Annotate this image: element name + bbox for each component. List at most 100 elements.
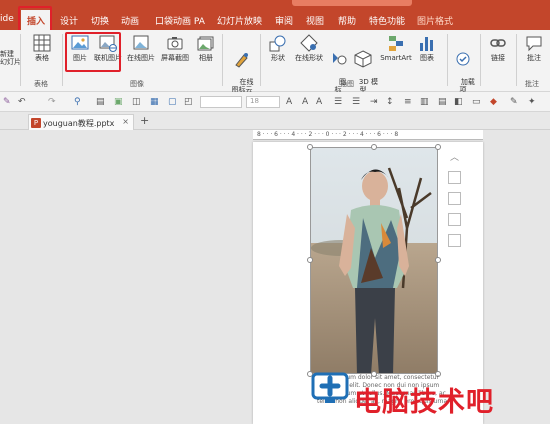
- font-color-icon[interactable]: A: [286, 97, 292, 107]
- resize-handle[interactable]: [435, 257, 441, 263]
- monitor-icon: [311, 372, 349, 403]
- smartart-icon: [389, 36, 403, 51]
- tab-picture-format[interactable]: 图片格式: [417, 14, 453, 27]
- tab-slideshow[interactable]: 幻灯片放映: [217, 14, 262, 27]
- ruler-marks: 8 · · · 6 · · · 4 · · · 2 · · · 0 · · · …: [257, 131, 399, 138]
- align-icon[interactable]: ▤: [96, 97, 105, 107]
- tab-animations[interactable]: 动画: [121, 14, 139, 27]
- tab-features[interactable]: 特色功能: [369, 14, 405, 27]
- columns-icon[interactable]: ▥: [420, 97, 429, 107]
- collapse-icon[interactable]: ︿: [448, 150, 461, 163]
- document-tab-name: youguan教程.pptx: [43, 119, 115, 128]
- floating-toolbar: ︿: [448, 150, 462, 255]
- font-size-select[interactable]: 18: [246, 96, 280, 108]
- close-tab-icon[interactable]: ×: [122, 117, 129, 126]
- redo-icon[interactable]: ↷: [48, 97, 56, 107]
- copy-style-icon[interactable]: [448, 213, 461, 226]
- font-shrink-icon[interactable]: A: [316, 97, 322, 107]
- pen-icon[interactable]: ✎: [3, 97, 11, 107]
- bring-forward-icon[interactable]: ◰: [184, 97, 193, 107]
- inserted-photo[interactable]: [310, 147, 438, 374]
- crop-icon[interactable]: [448, 192, 461, 205]
- screenshot-label: 屏幕截图: [161, 54, 189, 62]
- group-separator: [222, 34, 223, 86]
- chart-label: 图表: [420, 54, 434, 62]
- chart-button[interactable]: 图表: [416, 34, 438, 62]
- group-label-comments: 批注: [525, 80, 539, 88]
- image-icon: [133, 35, 149, 50]
- tab-slide[interactable]: ide: [0, 14, 14, 24]
- comment-icon: [526, 36, 542, 52]
- ribbon-tabs: ide 插入 设计 切换 动画 口袋动画 PA 幻灯片放映 审阅 视图 帮助 特…: [0, 10, 550, 30]
- title-bar: [0, 0, 550, 10]
- comment-button[interactable]: 批注: [522, 34, 546, 62]
- arrange-icon[interactable]: ◧: [454, 97, 463, 107]
- image-small-icon[interactable]: ▣: [114, 97, 123, 107]
- undo-icon[interactable]: ↶: [18, 97, 26, 107]
- shape-small-icon[interactable]: ◫: [132, 97, 141, 107]
- screenshot-button[interactable]: 屏幕截图: [158, 34, 192, 62]
- album-label: 相册: [199, 54, 213, 62]
- online-picture-label: 在线图片: [127, 54, 155, 62]
- addins-icon: [456, 52, 470, 66]
- group-separator: [62, 34, 63, 86]
- new-slide-button[interactable]: 新建 幻灯片: [0, 50, 21, 66]
- layout-options-icon[interactable]: [448, 171, 461, 184]
- online-shapes-label: 在线形状: [295, 54, 323, 62]
- table-icon: [33, 34, 51, 52]
- picture-small-icon[interactable]: ▦: [150, 97, 159, 107]
- document-tab[interactable]: P youguan教程.pptx ×: [28, 114, 134, 130]
- shapes-button[interactable]: 形状: [265, 34, 291, 62]
- tab-design[interactable]: 设计: [60, 14, 78, 27]
- resize-icon[interactable]: [448, 234, 461, 247]
- resize-handle[interactable]: [307, 257, 313, 263]
- cube-icon: [354, 50, 372, 68]
- frame-icon[interactable]: ▢: [168, 97, 177, 107]
- smartart-button[interactable]: SmartArt: [378, 34, 414, 62]
- smartart-label: SmartArt: [380, 54, 412, 62]
- indent-icon[interactable]: ⇥: [370, 97, 378, 107]
- text-box-icon[interactable]: ▤: [438, 97, 447, 107]
- resize-handle[interactable]: [435, 144, 441, 150]
- font-grow-icon[interactable]: A: [302, 97, 308, 107]
- fill-color-icon[interactable]: ◆: [490, 97, 497, 107]
- tab-help[interactable]: 帮助: [338, 14, 356, 27]
- link-label: 链接: [491, 54, 505, 62]
- line-spacing-icon[interactable]: ↕: [386, 97, 394, 107]
- font-name-select[interactable]: [200, 96, 242, 108]
- horizontal-ruler: 8 · · · 6 · · · 4 · · · 2 · · · 0 · · · …: [253, 130, 483, 140]
- online-picture-button[interactable]: 在线图片: [125, 34, 157, 62]
- group-separator: [447, 34, 448, 86]
- comment-label: 批注: [527, 54, 541, 62]
- brush-icon: [235, 53, 248, 68]
- search-box[interactable]: [292, 0, 412, 6]
- numbering-icon[interactable]: ☰: [352, 97, 360, 107]
- icons-icon: [333, 53, 347, 65]
- new-tab-button[interactable]: +: [140, 114, 149, 127]
- pptx-file-icon: P: [31, 118, 41, 128]
- online-shapes-icon: [300, 34, 318, 52]
- outline-color-icon[interactable]: ✎: [510, 97, 518, 107]
- table-button[interactable]: 表格: [27, 34, 57, 62]
- link-icon: [490, 39, 506, 47]
- link-button[interactable]: 链接: [486, 34, 510, 62]
- insert-tab-highlight: [18, 6, 52, 32]
- table-label: 表格: [35, 54, 49, 62]
- album-button[interactable]: 相册: [194, 34, 218, 62]
- tab-view[interactable]: 视图: [306, 14, 324, 27]
- camera-icon: [167, 37, 183, 50]
- shape-outline-icon[interactable]: ▭: [472, 97, 481, 107]
- shapes-label: 形状: [271, 54, 285, 62]
- tab-pocket-animation[interactable]: 口袋动画 PA: [155, 14, 205, 27]
- tab-review[interactable]: 审阅: [275, 14, 293, 27]
- bullets-icon[interactable]: ☰: [334, 97, 342, 107]
- group-separator: [260, 34, 261, 86]
- pin-icon[interactable]: ⚲: [74, 97, 81, 107]
- group-separator: [20, 34, 21, 86]
- resize-handle[interactable]: [307, 144, 313, 150]
- text-align-icon[interactable]: ≡: [404, 97, 412, 107]
- effects-icon[interactable]: ✦: [528, 97, 536, 107]
- online-shapes-button[interactable]: 在线形状: [292, 34, 326, 62]
- resize-handle[interactable]: [371, 144, 377, 150]
- tab-transitions[interactable]: 切换: [91, 14, 109, 27]
